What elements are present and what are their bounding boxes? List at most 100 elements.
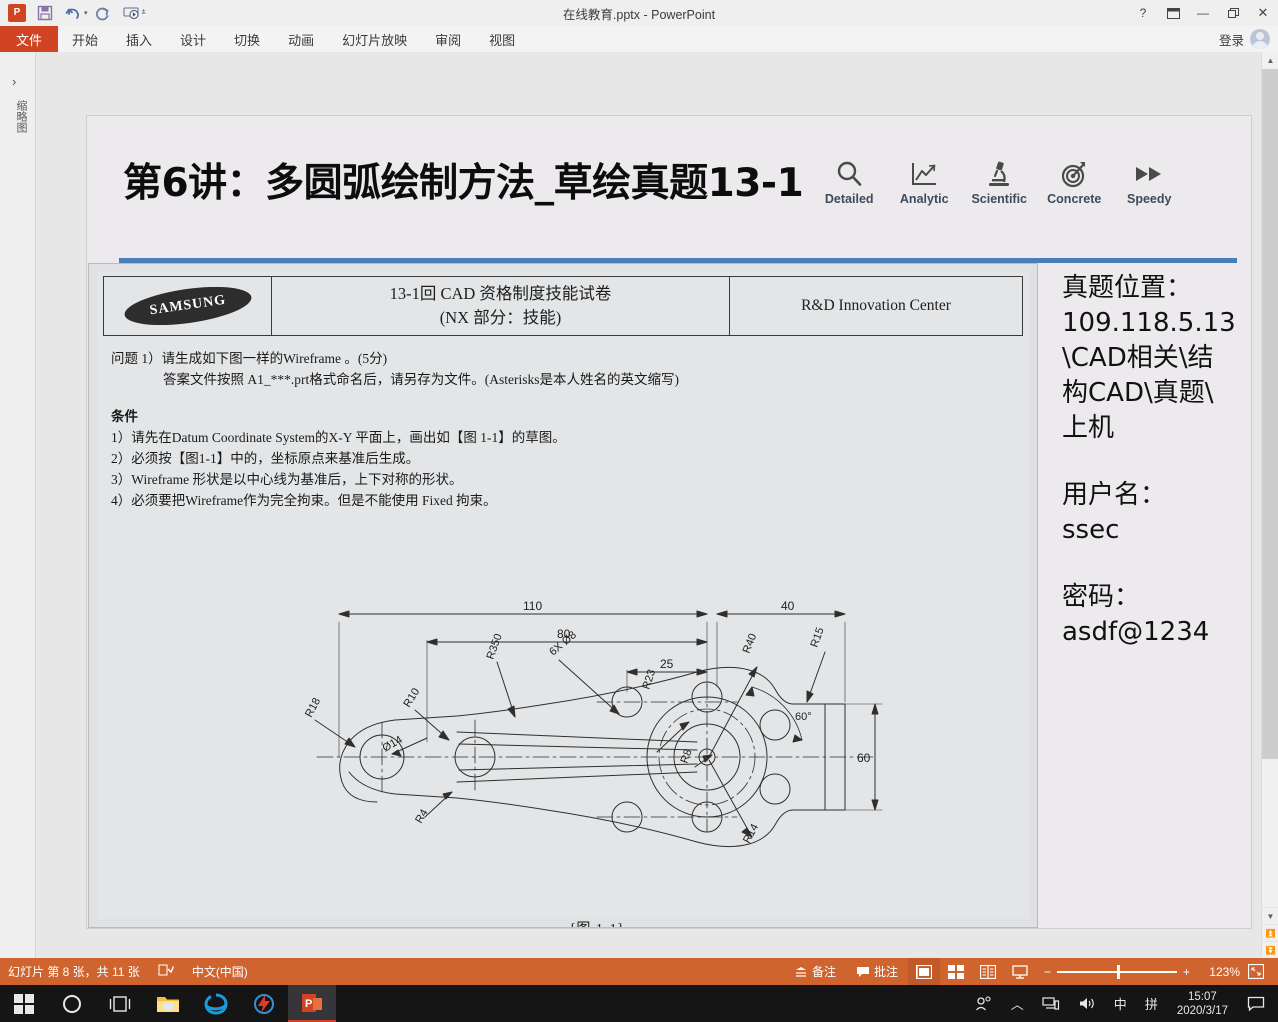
title-bar: P ▾ ⩲ 在线教育.pptx - PowerPoint ? — ✕ (0, 0, 1278, 26)
dim-angle: 60° (795, 711, 812, 723)
help-button[interactable]: ? (1128, 0, 1158, 26)
reading-view-button[interactable] (972, 958, 1004, 985)
window-title: 在线教育.pptx - PowerPoint (562, 7, 716, 22)
ribbon-display-options-button[interactable] (1158, 0, 1188, 26)
zoom-level-label[interactable]: 123% (1198, 965, 1240, 979)
scroll-down-button[interactable]: ▼ (1262, 907, 1278, 924)
restore-button[interactable] (1218, 0, 1248, 26)
zoom-knob[interactable] (1116, 964, 1120, 979)
tab-animations[interactable]: 动画 (274, 26, 328, 52)
tab-insert[interactable]: 插入 (112, 26, 166, 52)
customize-qat-icon[interactable]: ⩲ (142, 9, 146, 17)
redo-icon[interactable] (90, 2, 116, 24)
spellcheck-icon[interactable] (158, 963, 174, 980)
cad-figure-caption: [图 1-1] (297, 918, 897, 927)
save-icon[interactable] (32, 2, 58, 24)
zoom-slider[interactable]: − + (1036, 964, 1198, 979)
radius-R4: R4 (413, 807, 430, 825)
tab-slideshow[interactable]: 幻灯片放映 (328, 26, 421, 52)
location-label: 真题位置： (1062, 273, 1193, 303)
diameter-14: Ø14 (381, 734, 405, 755)
language-label[interactable]: 中文(中国) (192, 963, 248, 980)
feature-concrete: Concrete (1040, 157, 1108, 206)
exam-document-image[interactable]: SAMSUNG 13-1回 CAD 资格制度技能试卷 (NX 部分：技能) R&… (88, 263, 1038, 928)
people-icon[interactable] (966, 985, 1002, 1022)
tab-design[interactable]: 设计 (166, 26, 220, 52)
cad-technical-drawing: 110 40 80 25 60 60° R18 R10 R350 Ø14 R4 … (297, 592, 897, 927)
password-value: asdf@1234 (1062, 617, 1210, 647)
exam-title-line2: (NX 部分：技能) (439, 308, 562, 327)
powerpoint-window: P ▾ ⩲ 在线教育.pptx - PowerPoint ? — ✕ 文件 开始… (0, 0, 1278, 1022)
samsung-logo-text: SAMSUNG (121, 280, 254, 332)
comments-button[interactable]: 批注 (846, 958, 908, 985)
minimize-button[interactable]: — (1188, 0, 1218, 26)
thumbnail-pane: › 缩略图 (0, 52, 36, 958)
cortana-search-button[interactable] (48, 985, 96, 1022)
ime-mode-indicator[interactable]: 中 (1105, 985, 1136, 1022)
volume-icon[interactable] (1069, 985, 1105, 1022)
start-button[interactable] (0, 985, 48, 1022)
avatar[interactable] (1250, 29, 1270, 49)
radius-R40: R40 (741, 632, 760, 655)
location-path-line3: 构CAD\真题\ (1062, 378, 1214, 408)
location-path-line1: 109.118.5.13 (1062, 308, 1236, 338)
vertical-scrollbar[interactable]: ▲ ▼ ⏫ ⏬ (1261, 52, 1278, 958)
tab-home[interactable]: 开始 (58, 26, 112, 52)
thunder-download-button[interactable] (240, 985, 288, 1022)
work-area: › 缩略图 第6讲：多圆弧绘制方法_草绘真题13-1 Detailed Anal… (0, 52, 1278, 958)
fit-to-window-icon[interactable] (1240, 958, 1272, 985)
tab-file[interactable]: 文件 (0, 26, 58, 52)
undo-icon[interactable] (60, 2, 86, 24)
normal-view-button[interactable] (907, 958, 940, 985)
signin-area[interactable]: 登录 (1219, 26, 1278, 52)
notes-button[interactable]: 备注 (784, 958, 846, 985)
slide-surface[interactable]: 第6讲：多圆弧绘制方法_草绘真题13-1 Detailed Analytic S… (86, 115, 1252, 929)
show-hidden-icons-chevron[interactable]: ︿ (1002, 985, 1033, 1022)
slideshow-view-button[interactable] (1004, 958, 1036, 985)
next-slide-button[interactable]: ⏬ (1262, 941, 1278, 958)
action-center-icon[interactable] (1238, 985, 1274, 1022)
tab-view[interactable]: 视图 (475, 26, 529, 52)
clock[interactable]: 15:07 2020/3/17 (1167, 990, 1238, 1018)
zoom-track[interactable] (1056, 964, 1177, 979)
scroll-up-button[interactable]: ▲ (1262, 52, 1278, 69)
ribbon-tab-bar: 文件 开始 插入 设计 切换 动画 幻灯片放映 审阅 视图 登录 (0, 26, 1278, 52)
exam-title-line1: 13-1回 CAD 资格制度技能试卷 (389, 284, 612, 303)
task-view-button[interactable] (96, 985, 144, 1022)
svg-text:P: P (305, 998, 312, 1010)
file-explorer-button[interactable] (144, 985, 192, 1022)
feature-detailed-label: Detailed (824, 192, 874, 206)
tab-transitions[interactable]: 切换 (220, 26, 274, 52)
dim-110: 110 (523, 599, 542, 613)
previous-slide-button[interactable]: ⏫ (1262, 924, 1278, 941)
page-title[interactable]: 第6讲：多圆弧绘制方法_草绘真题13-1 (123, 160, 804, 208)
zoom-in-button[interactable]: + (1183, 965, 1190, 979)
slide-sorter-view-button[interactable] (940, 958, 972, 985)
signin-label[interactable]: 登录 (1219, 30, 1244, 49)
side-notes[interactable]: 真题位置： 109.118.5.13 \CAD相关\结 构CAD\真题\ 上机 … (1062, 271, 1257, 650)
username-value: ssec (1062, 515, 1120, 545)
clock-date: 2020/3/17 (1176, 1004, 1228, 1017)
microscope-icon (965, 157, 1033, 191)
system-tray: ︿ 中 拼 15:07 2020/3/17 (966, 985, 1278, 1022)
exam-question-line1: 问题 1）请生成如下图一样的Wireframe 。(5分) (111, 351, 388, 366)
exam-conditions-title: 条件 (111, 409, 138, 424)
exam-document-body: 问题 1）请生成如下图一样的Wireframe 。(5分) 答案文件按照 A1_… (111, 348, 1015, 511)
ime-pinyin-indicator[interactable]: 拼 (1136, 985, 1167, 1022)
window-controls: ? — ✕ (1128, 0, 1278, 26)
network-icon[interactable] (1033, 985, 1069, 1022)
scrollbar-bottom-buttons: ▼ ⏫ ⏬ (1262, 907, 1278, 958)
zoom-out-button[interactable]: − (1044, 965, 1051, 979)
powerpoint-taskbar-button[interactable]: P (288, 985, 336, 1022)
start-slideshow-icon[interactable] (118, 2, 144, 24)
feature-detailed: Detailed (815, 157, 883, 206)
windows-logo-icon (14, 993, 34, 1014)
close-button[interactable]: ✕ (1248, 0, 1278, 26)
internet-explorer-button[interactable] (192, 985, 240, 1022)
slide-canvas-area: 第6讲：多圆弧绘制方法_草绘真题13-1 Detailed Analytic S… (36, 52, 1252, 958)
scrollbar-thumb[interactable] (1262, 69, 1278, 759)
undo-dropdown-caret[interactable]: ▾ (84, 9, 88, 17)
tab-review[interactable]: 审阅 (421, 26, 475, 52)
radius-R10: R10 (401, 686, 422, 709)
expand-thumbnails-icon[interactable]: › (12, 74, 16, 89)
